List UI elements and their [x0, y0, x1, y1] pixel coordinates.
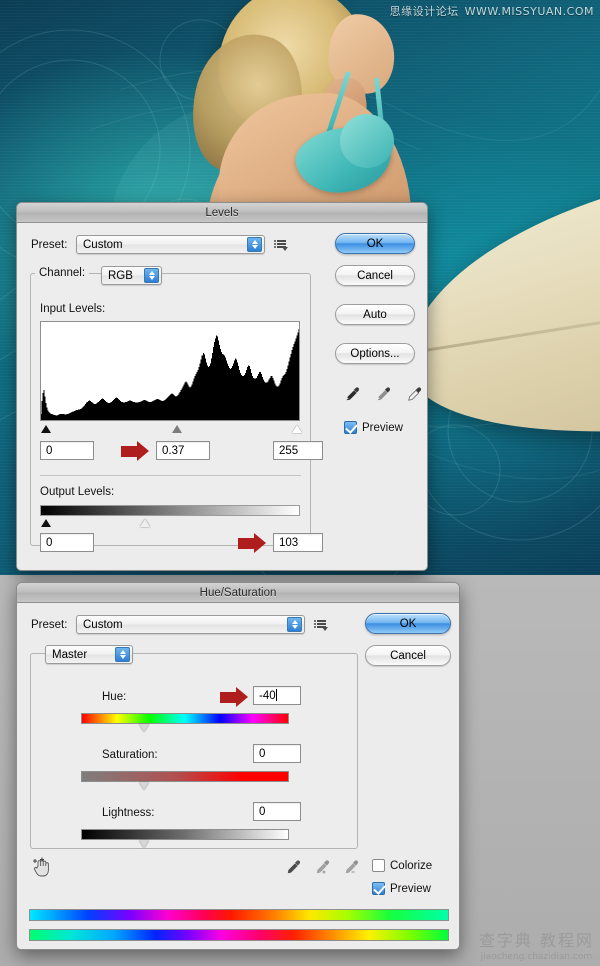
saturation-slider-thumb[interactable]	[139, 782, 149, 790]
set-black-point-eyedropper[interactable]	[344, 386, 360, 402]
output-black-slider[interactable]	[41, 519, 51, 527]
histogram-plot	[40, 324, 301, 420]
edit-range-select[interactable]: Master	[45, 645, 133, 664]
set-white-point-eyedropper[interactable]	[406, 386, 422, 402]
levels-preview-checkbox[interactable]	[344, 421, 357, 434]
chevron-updown-icon	[144, 268, 159, 283]
output-levels-label: Output Levels:	[40, 486, 115, 498]
chevron-updown-icon	[115, 647, 130, 662]
hue-label: Hue:	[102, 691, 127, 703]
colorize-label: Colorize	[390, 860, 433, 872]
colorize-checkbox[interactable]	[372, 859, 385, 872]
levels-histogram[interactable]	[40, 321, 301, 421]
saturation-label: Saturation:	[102, 749, 158, 761]
edit-range-value: Master	[52, 648, 88, 661]
lightness-slider-track[interactable]	[81, 829, 289, 840]
input-highlight-field[interactable]: 255	[273, 441, 323, 460]
watermark-bottom: 查字典 教程网 jiaocheng.chazidian.com	[479, 927, 594, 962]
output-black-field[interactable]: 0	[40, 533, 94, 552]
huesat-title: Hue/Saturation	[199, 587, 277, 599]
chevron-updown-icon	[287, 617, 302, 632]
levels-channel-row: Channel:	[35, 267, 90, 279]
lightness-slider-thumb[interactable]	[139, 840, 149, 848]
watermark-top: 思缘设计论坛 WWW.MISSYUAN.COM	[390, 3, 594, 19]
huesat-preview-label: Preview	[390, 883, 431, 895]
lightness-field[interactable]: 0	[253, 802, 301, 821]
spectrum-bar-adjusted	[29, 929, 449, 941]
levels-cancel-button[interactable]: Cancel	[335, 265, 415, 286]
hue-field[interactable]: -40	[253, 686, 301, 705]
watermark-top-cn: 思缘设计论坛	[389, 5, 459, 18]
levels-divider	[40, 475, 301, 476]
levels-title: Levels	[205, 207, 239, 219]
on-image-adjustment-icon[interactable]	[31, 857, 53, 882]
watermark-bottom-url: jiaocheng.chazidian.com	[480, 952, 593, 962]
input-shadow-field[interactable]: 0	[40, 441, 94, 460]
levels-auto-button[interactable]: Auto	[335, 304, 415, 325]
input-highlight-slider[interactable]	[292, 425, 302, 433]
huesat-cancel-button[interactable]: Cancel	[365, 645, 451, 666]
input-gamma-field[interactable]: 0.37	[156, 441, 210, 460]
lightness-label: Lightness:	[102, 807, 155, 819]
input-levels-label: Input Levels:	[40, 303, 106, 315]
output-levels-gradient	[40, 505, 300, 516]
huesat-preset-select[interactable]: Custom	[76, 615, 305, 634]
huesat-preset-value: Custom	[83, 618, 123, 631]
levels-options-button[interactable]: Options...	[335, 343, 415, 364]
preset-options-icon[interactable]	[273, 239, 288, 251]
levels-preset-value: Custom	[83, 238, 123, 251]
huesat-preset-label: Preset:	[31, 619, 68, 631]
levels-channel-select[interactable]: RGB	[101, 266, 162, 285]
levels-ok-button[interactable]: OK	[335, 233, 415, 254]
saturation-slider-track[interactable]	[81, 771, 289, 782]
levels-preview-label: Preview	[362, 422, 403, 434]
levels-preset-select[interactable]: Custom	[76, 235, 265, 254]
levels-channel-value: RGB	[108, 269, 133, 282]
output-white-slider[interactable]	[140, 519, 150, 527]
huesat-group-box	[30, 653, 358, 849]
hue-slider-track[interactable]	[81, 713, 289, 724]
arrow-to-output-white-field	[238, 533, 268, 553]
arrow-to-gamma-field	[121, 441, 151, 461]
preset-options-icon[interactable]	[313, 619, 328, 631]
hue-saturation-dialog: Hue/Saturation Preset: Custom Master Hue…	[16, 582, 460, 950]
text-caret	[275, 689, 277, 701]
subtract-from-sample-eyedropper[interactable]	[343, 859, 359, 875]
levels-dialog: Levels Preset: Custom Channel: RGB Input…	[16, 202, 428, 571]
input-shadow-slider[interactable]	[41, 425, 51, 433]
levels-channel-label: Channel:	[39, 267, 86, 279]
add-to-sample-eyedropper[interactable]	[314, 859, 330, 875]
huesat-ok-button[interactable]: OK	[365, 613, 451, 634]
chevron-updown-icon	[247, 237, 262, 252]
sample-eyedropper[interactable]	[285, 859, 301, 875]
spectrum-bar-original	[29, 909, 449, 921]
watermark-bottom-cn: 查字典 教程网	[478, 931, 594, 950]
hue-slider-thumb[interactable]	[139, 724, 149, 732]
saturation-field[interactable]: 0	[253, 744, 301, 763]
set-gray-point-eyedropper[interactable]	[375, 386, 391, 402]
arrow-to-hue-field	[220, 687, 250, 707]
hue-value: -40	[259, 690, 276, 702]
input-gamma-slider[interactable]	[172, 425, 182, 433]
levels-preset-label: Preset:	[31, 239, 68, 251]
levels-titlebar[interactable]: Levels	[17, 203, 427, 223]
output-white-field[interactable]: 103	[273, 533, 323, 552]
huesat-preview-checkbox[interactable]	[372, 882, 385, 895]
watermark-top-url: WWW.MISSYUAN.COM	[464, 5, 594, 18]
huesat-titlebar[interactable]: Hue/Saturation	[17, 583, 459, 603]
